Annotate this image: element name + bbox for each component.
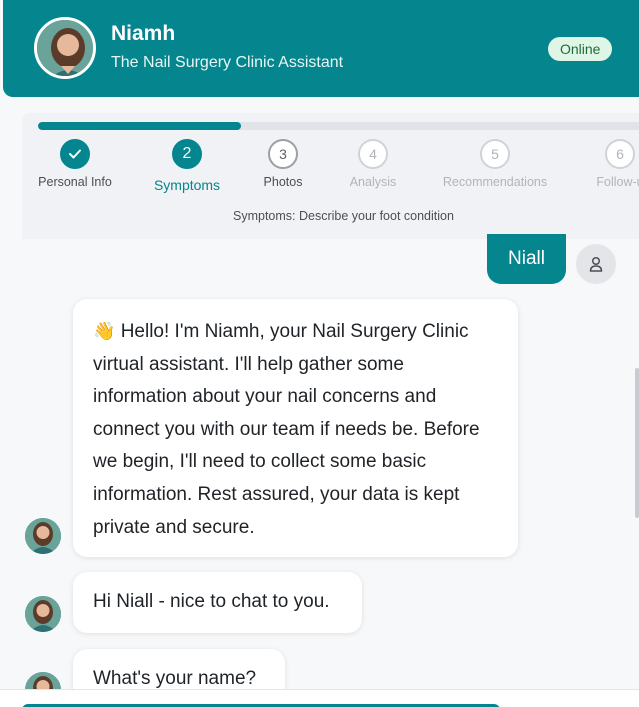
assistant-message-avatar	[25, 518, 61, 554]
step-analysis[interactable]: 4 Analysis	[308, 139, 438, 189]
step-description: Symptoms: Describe your foot condition	[233, 209, 454, 223]
user-icon	[576, 244, 616, 284]
step-number: 2	[172, 139, 202, 169]
assistant-message: 👋 Hello! I'm Niamh, your Nail Surgery Cl…	[73, 299, 518, 557]
assistant-avatar	[34, 17, 96, 79]
wave-emoji: 👋	[93, 321, 116, 341]
step-recommendations[interactable]: 5 Recommendations	[430, 139, 560, 189]
step-number: 3	[268, 139, 298, 169]
step-label: Analysis	[349, 175, 397, 189]
message-text: Hello! I'm Niamh, your Nail Surgery Clin…	[93, 321, 480, 538]
step-label: Follow-u	[596, 175, 639, 189]
assistant-message-avatar	[25, 596, 61, 632]
step-number: 4	[358, 139, 388, 169]
user-message: Niall	[487, 234, 566, 284]
step-label: Recommendations	[442, 175, 548, 189]
check-icon	[60, 139, 90, 169]
progress-fill	[38, 122, 242, 130]
assistant-message: Hi Niall - nice to chat to you.	[73, 572, 362, 633]
progress-bar	[38, 122, 639, 130]
chat-app: Niamh The Nail Surgery Clinic Assistant …	[0, 0, 639, 707]
step-number: 5	[480, 139, 510, 169]
step-personal-info[interactable]: Personal Info	[10, 139, 140, 189]
assistant-subtitle: The Nail Surgery Clinic Assistant	[111, 54, 344, 71]
step-follow-up[interactable]: 6 Follow-u	[555, 139, 639, 189]
step-label: Personal Info	[38, 175, 112, 189]
scrollbar-thumb[interactable]	[635, 368, 639, 518]
chat-header: Niamh The Nail Surgery Clinic Assistant …	[3, 0, 639, 97]
assistant-name: Niamh	[111, 22, 176, 45]
progress-card: Personal Info 2 Symptoms 3 Photos 4 Anal…	[22, 113, 639, 239]
status-badge: Online	[548, 37, 613, 61]
step-number: 6	[605, 139, 635, 169]
